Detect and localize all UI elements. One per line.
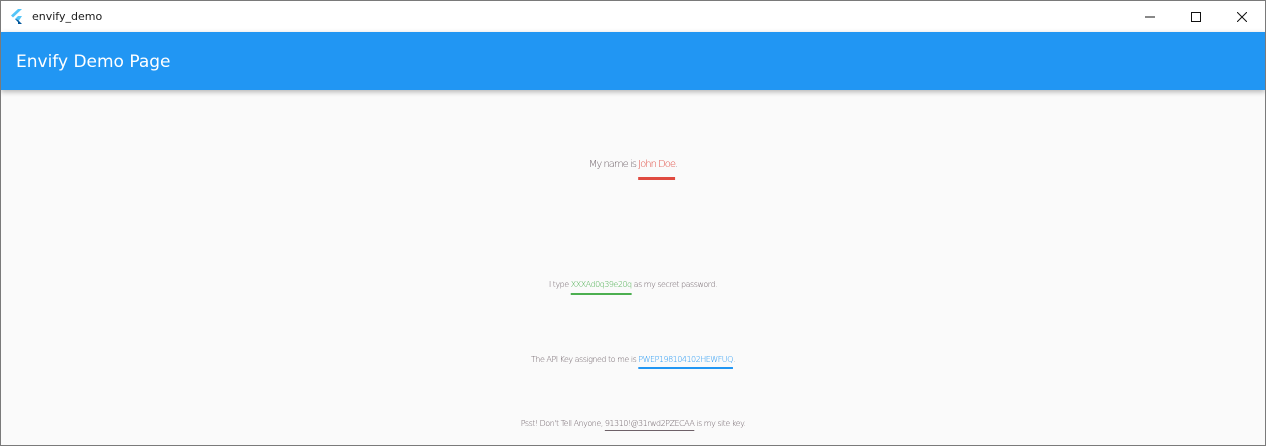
password-line: I type XXXAd0q39e20q as my secret passwo… (1, 255, 1265, 315)
minimize-button[interactable] (1127, 1, 1173, 32)
maximize-icon (1191, 11, 1201, 22)
site-key-secret: 91310!@31rwd2PZECAA (604, 419, 695, 428)
name-secret: John Doe (638, 159, 676, 170)
api-key-secret: PWEP198104102HEWFUQ (638, 355, 733, 364)
site-key-suffix: is my site key. (694, 419, 746, 428)
app-bar-title: Envify Demo Page (16, 52, 171, 72)
api-key-suffix: . (732, 355, 736, 364)
close-icon (1237, 11, 1247, 22)
site-key-prefix: Psst! Don't Tell Anyone, (520, 419, 605, 428)
app-bar: Envify Demo Page (1, 32, 1265, 90)
password-prefix: I type (548, 280, 571, 289)
flutter-icon (10, 9, 24, 24)
maximize-button[interactable] (1173, 1, 1219, 32)
site-key-line: Psst! Don't Tell Anyone, 91310!@31rwd2PZ… (1, 404, 1265, 444)
password-secret: XXXAd0q39e20q (570, 280, 632, 289)
app-window: envify_demo Envify Demo Page My name is … (0, 0, 1266, 446)
window-titlebar[interactable]: envify_demo (1, 1, 1265, 32)
page-content: My name is John Doe. I type XXXAd0q39e20… (1, 90, 1265, 445)
name-line: My name is John Doe. (1, 110, 1265, 220)
api-key-prefix: The API Key assigned to me is (530, 355, 639, 364)
window-title: envify_demo (32, 10, 103, 23)
name-prefix: My name is (588, 159, 639, 170)
password-suffix: as my secret password. (631, 280, 718, 289)
close-button[interactable] (1219, 1, 1265, 32)
api-key-line: The API Key assigned to me is PWEP198104… (1, 335, 1265, 385)
minimize-icon (1145, 16, 1155, 17)
name-suffix: . (675, 159, 678, 170)
